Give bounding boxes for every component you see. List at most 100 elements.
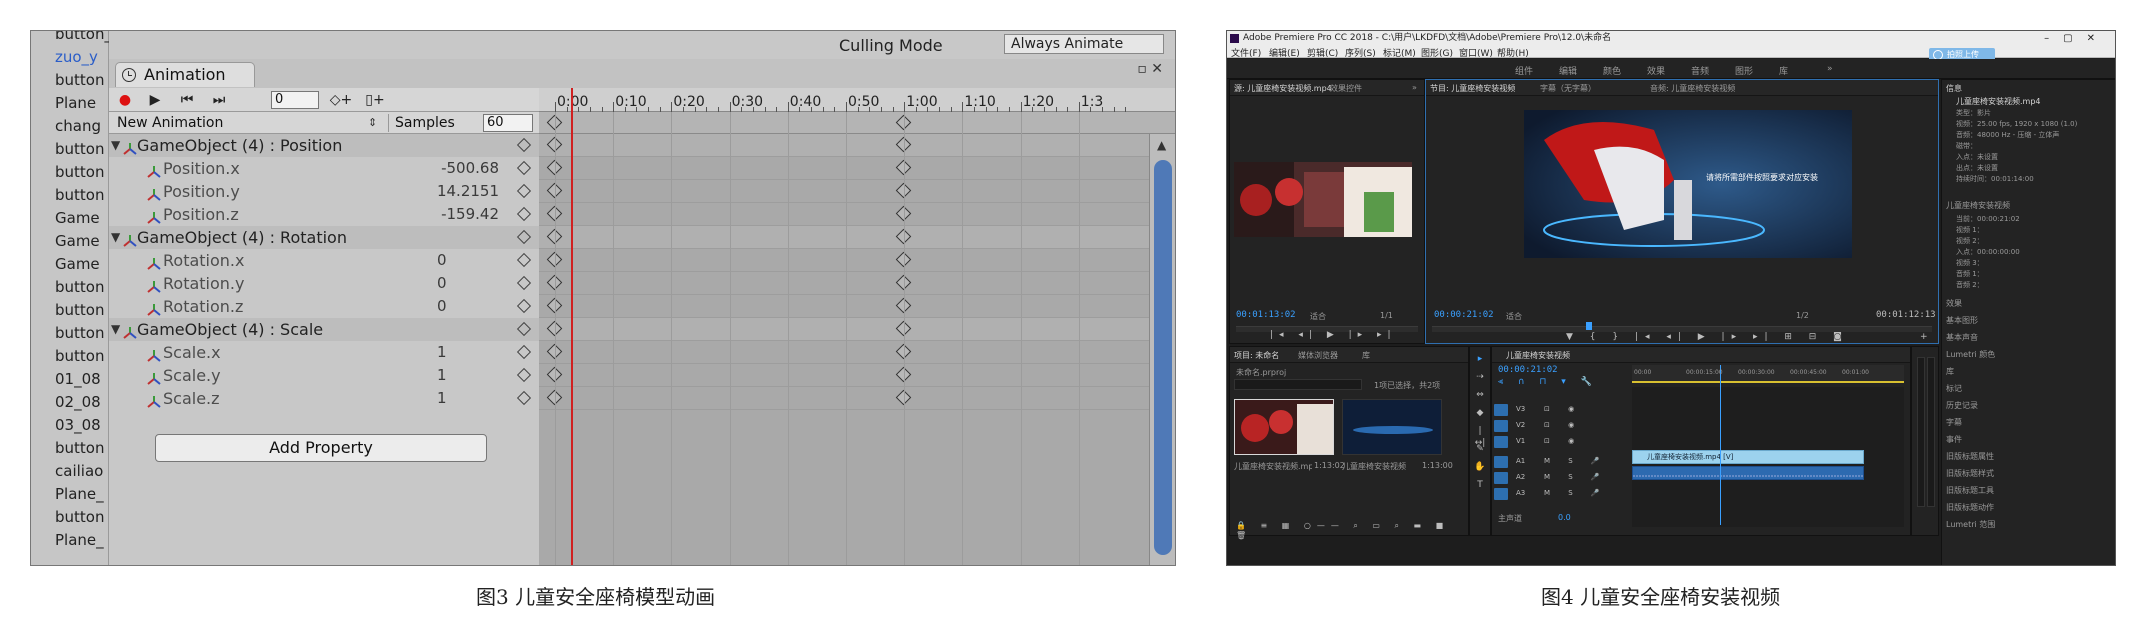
property-row[interactable]: Scale.y 1 xyxy=(109,364,539,387)
pen-icon[interactable]: ✎ xyxy=(1474,443,1486,455)
vertical-scrollbar[interactable]: ▲ xyxy=(1149,134,1175,565)
keyframe-diamond-icon[interactable] xyxy=(516,160,532,176)
workspace-tab[interactable]: 编辑 xyxy=(1559,64,1577,77)
panel-tab[interactable]: 项目: 未命名 xyxy=(1234,350,1279,361)
add-property-button[interactable]: Add Property xyxy=(155,434,487,462)
track-target[interactable] xyxy=(1494,404,1508,416)
workspace-tab[interactable]: 颜色 xyxy=(1603,64,1621,77)
keyframe-diamond-icon[interactable] xyxy=(516,367,532,383)
side-panel-item[interactable]: 效果 xyxy=(1946,298,1962,309)
side-panel-item[interactable]: 字幕 xyxy=(1946,417,1962,428)
track-target[interactable] xyxy=(1494,436,1508,448)
property-value[interactable]: 0 xyxy=(437,249,447,272)
playhead[interactable] xyxy=(571,88,573,565)
timeline-tab[interactable]: 儿童座椅安装视频 xyxy=(1506,350,1570,361)
side-panel-item[interactable]: 旧版标题工具 xyxy=(1946,485,1994,496)
panel-tab[interactable]: 媒体浏览器 xyxy=(1298,350,1338,361)
property-value[interactable]: 1 xyxy=(437,364,447,387)
hierarchy-item[interactable]: cailiao xyxy=(31,460,109,483)
audio-clip[interactable] xyxy=(1632,466,1864,480)
hierarchy-item[interactable]: chang xyxy=(31,115,109,138)
hierarchy-item[interactable]: zuo_y xyxy=(31,46,109,69)
next-key-icon[interactable]: ⏭ xyxy=(207,90,231,110)
timeline-tools[interactable]: ⫷ ∩ ⊓ ▾ 🔧 xyxy=(1498,377,1598,387)
track-target[interactable] xyxy=(1494,456,1508,468)
speaker-icon[interactable]: M S 🎤 xyxy=(1544,489,1608,497)
hierarchy-item[interactable]: button xyxy=(31,184,109,207)
property-value[interactable]: 1 xyxy=(437,341,447,364)
speaker-icon[interactable]: M S 🎤 xyxy=(1544,473,1608,481)
workspace-tab[interactable]: 库 xyxy=(1779,64,1788,77)
property-value[interactable]: -500.68 xyxy=(441,157,499,180)
hierarchy-item[interactable]: Plane_ xyxy=(31,529,109,552)
hierarchy-item[interactable]: Game xyxy=(31,253,109,276)
track-header[interactable]: V2 ⊡ ◉ xyxy=(1492,419,1632,434)
side-panel-item[interactable]: 基本声音 xyxy=(1946,332,1978,343)
type-icon[interactable]: T xyxy=(1474,479,1486,491)
track-header[interactable]: V1 ⊡ ◉ xyxy=(1492,435,1632,450)
speaker-icon[interactable]: M S 🎤 xyxy=(1544,457,1608,465)
hierarchy-item[interactable]: button xyxy=(31,276,109,299)
property-group-row[interactable]: ▼ GameObject (4) : Rotation xyxy=(109,226,539,249)
property-row[interactable]: Scale.x 1 xyxy=(109,341,539,364)
property-row[interactable]: Rotation.x 0 xyxy=(109,249,539,272)
property-row[interactable]: Rotation.y 0 xyxy=(109,272,539,295)
panel-tab[interactable]: 源: 儿童座椅安装视频.mp4 xyxy=(1234,83,1332,94)
foldout-icon[interactable]: ▼ xyxy=(111,318,120,341)
source-fit-dropdown[interactable]: 适合 xyxy=(1310,311,1326,322)
side-panel-item[interactable]: 基本图形 xyxy=(1946,315,1978,326)
workspace-tab[interactable]: 图形 xyxy=(1735,64,1753,77)
add-keyframe-icon[interactable]: ◇+ xyxy=(329,90,353,110)
selection-tool-icon[interactable]: ▸ xyxy=(1474,353,1486,365)
samples-input[interactable]: 60 xyxy=(483,114,533,132)
work-area-bar[interactable] xyxy=(1632,381,1904,383)
track-header[interactable]: A1 M S 🎤 xyxy=(1492,455,1632,470)
panel-tab[interactable]: 字幕（无字幕） xyxy=(1540,83,1596,94)
project-bottom-tools[interactable]: 🔒 ≡ ▦ ○—— ⌕ ▭ ⌕ ▬ ■ 🗑 xyxy=(1236,521,1468,540)
property-row[interactable]: Position.x -500.68 xyxy=(109,157,539,180)
property-value[interactable]: -159.42 xyxy=(441,203,499,226)
dopesheet[interactable]: 0:000:100:200:300:400:501:001:101:201:3 … xyxy=(539,88,1175,565)
keyframe-diamond-icon[interactable] xyxy=(516,298,532,314)
keyframe-diamond-icon[interactable] xyxy=(516,344,532,360)
add-event-icon[interactable]: ▯+ xyxy=(363,90,387,110)
side-panel-item[interactable]: 标记 xyxy=(1946,383,1962,394)
window-buttons[interactable]: –▢✕ xyxy=(2044,32,2109,46)
side-panel-item[interactable]: 旧版标题动作 xyxy=(1946,502,1994,513)
eye-icon[interactable]: ⊡ ◉ xyxy=(1544,405,1582,413)
project-search-input[interactable] xyxy=(1234,379,1362,390)
ripple-edit-icon[interactable]: ⇔ xyxy=(1474,389,1486,401)
track-target[interactable] xyxy=(1494,472,1508,484)
side-panel-item[interactable]: 事件 xyxy=(1946,434,1962,445)
track-header[interactable]: V3 ⊡ ◉ xyxy=(1492,403,1632,418)
track-select-icon[interactable]: ⇢ xyxy=(1474,371,1486,383)
side-panel-item[interactable]: 旧版标题样式 xyxy=(1946,468,1994,479)
menu-item[interactable]: 文件(F) xyxy=(1231,46,1261,59)
play-icon[interactable]: ▶ xyxy=(143,90,167,110)
panel-tab[interactable]: 音频: 儿童座椅安装视频 xyxy=(1650,83,1735,94)
property-row[interactable]: Position.z -159.42 xyxy=(109,203,539,226)
hierarchy-item[interactable]: button xyxy=(31,506,109,529)
frame-input[interactable]: 0 xyxy=(271,91,319,109)
clip-selector[interactable]: New Animation ⇕ xyxy=(113,114,389,132)
panel-tab[interactable]: 节目: 儿童座椅安装视频 xyxy=(1430,83,1515,94)
property-group-row[interactable]: ▼ GameObject (4) : Scale xyxy=(109,318,539,341)
menu-item[interactable]: 图形(G) xyxy=(1421,46,1453,59)
razor-icon[interactable]: ◆ xyxy=(1474,407,1486,419)
slip-icon[interactable]: |↔| xyxy=(1474,425,1486,448)
hierarchy-item[interactable]: button xyxy=(31,299,109,322)
scroll-up-icon[interactable]: ▲ xyxy=(1157,138,1166,152)
menu-item[interactable]: 编辑(E) xyxy=(1269,46,1300,59)
hierarchy-item[interactable]: 02_08 xyxy=(31,391,109,414)
property-row[interactable]: Position.y 14.2151 xyxy=(109,180,539,203)
master-value[interactable]: 0.0 xyxy=(1558,513,1571,522)
panel-tab[interactable]: 库 xyxy=(1362,350,1370,361)
add-button-icon[interactable]: + xyxy=(1920,332,1928,342)
prev-key-icon[interactable]: ⏮ xyxy=(175,90,199,110)
property-row[interactable]: Scale.z 1 xyxy=(109,387,539,410)
workspace-tab[interactable]: 组件 xyxy=(1515,64,1533,77)
foldout-icon[interactable]: ▼ xyxy=(111,226,120,249)
keyframe-diamond-icon[interactable] xyxy=(516,252,532,268)
hierarchy-item[interactable]: button xyxy=(31,138,109,161)
side-panel-item[interactable]: 库 xyxy=(1946,366,1954,377)
